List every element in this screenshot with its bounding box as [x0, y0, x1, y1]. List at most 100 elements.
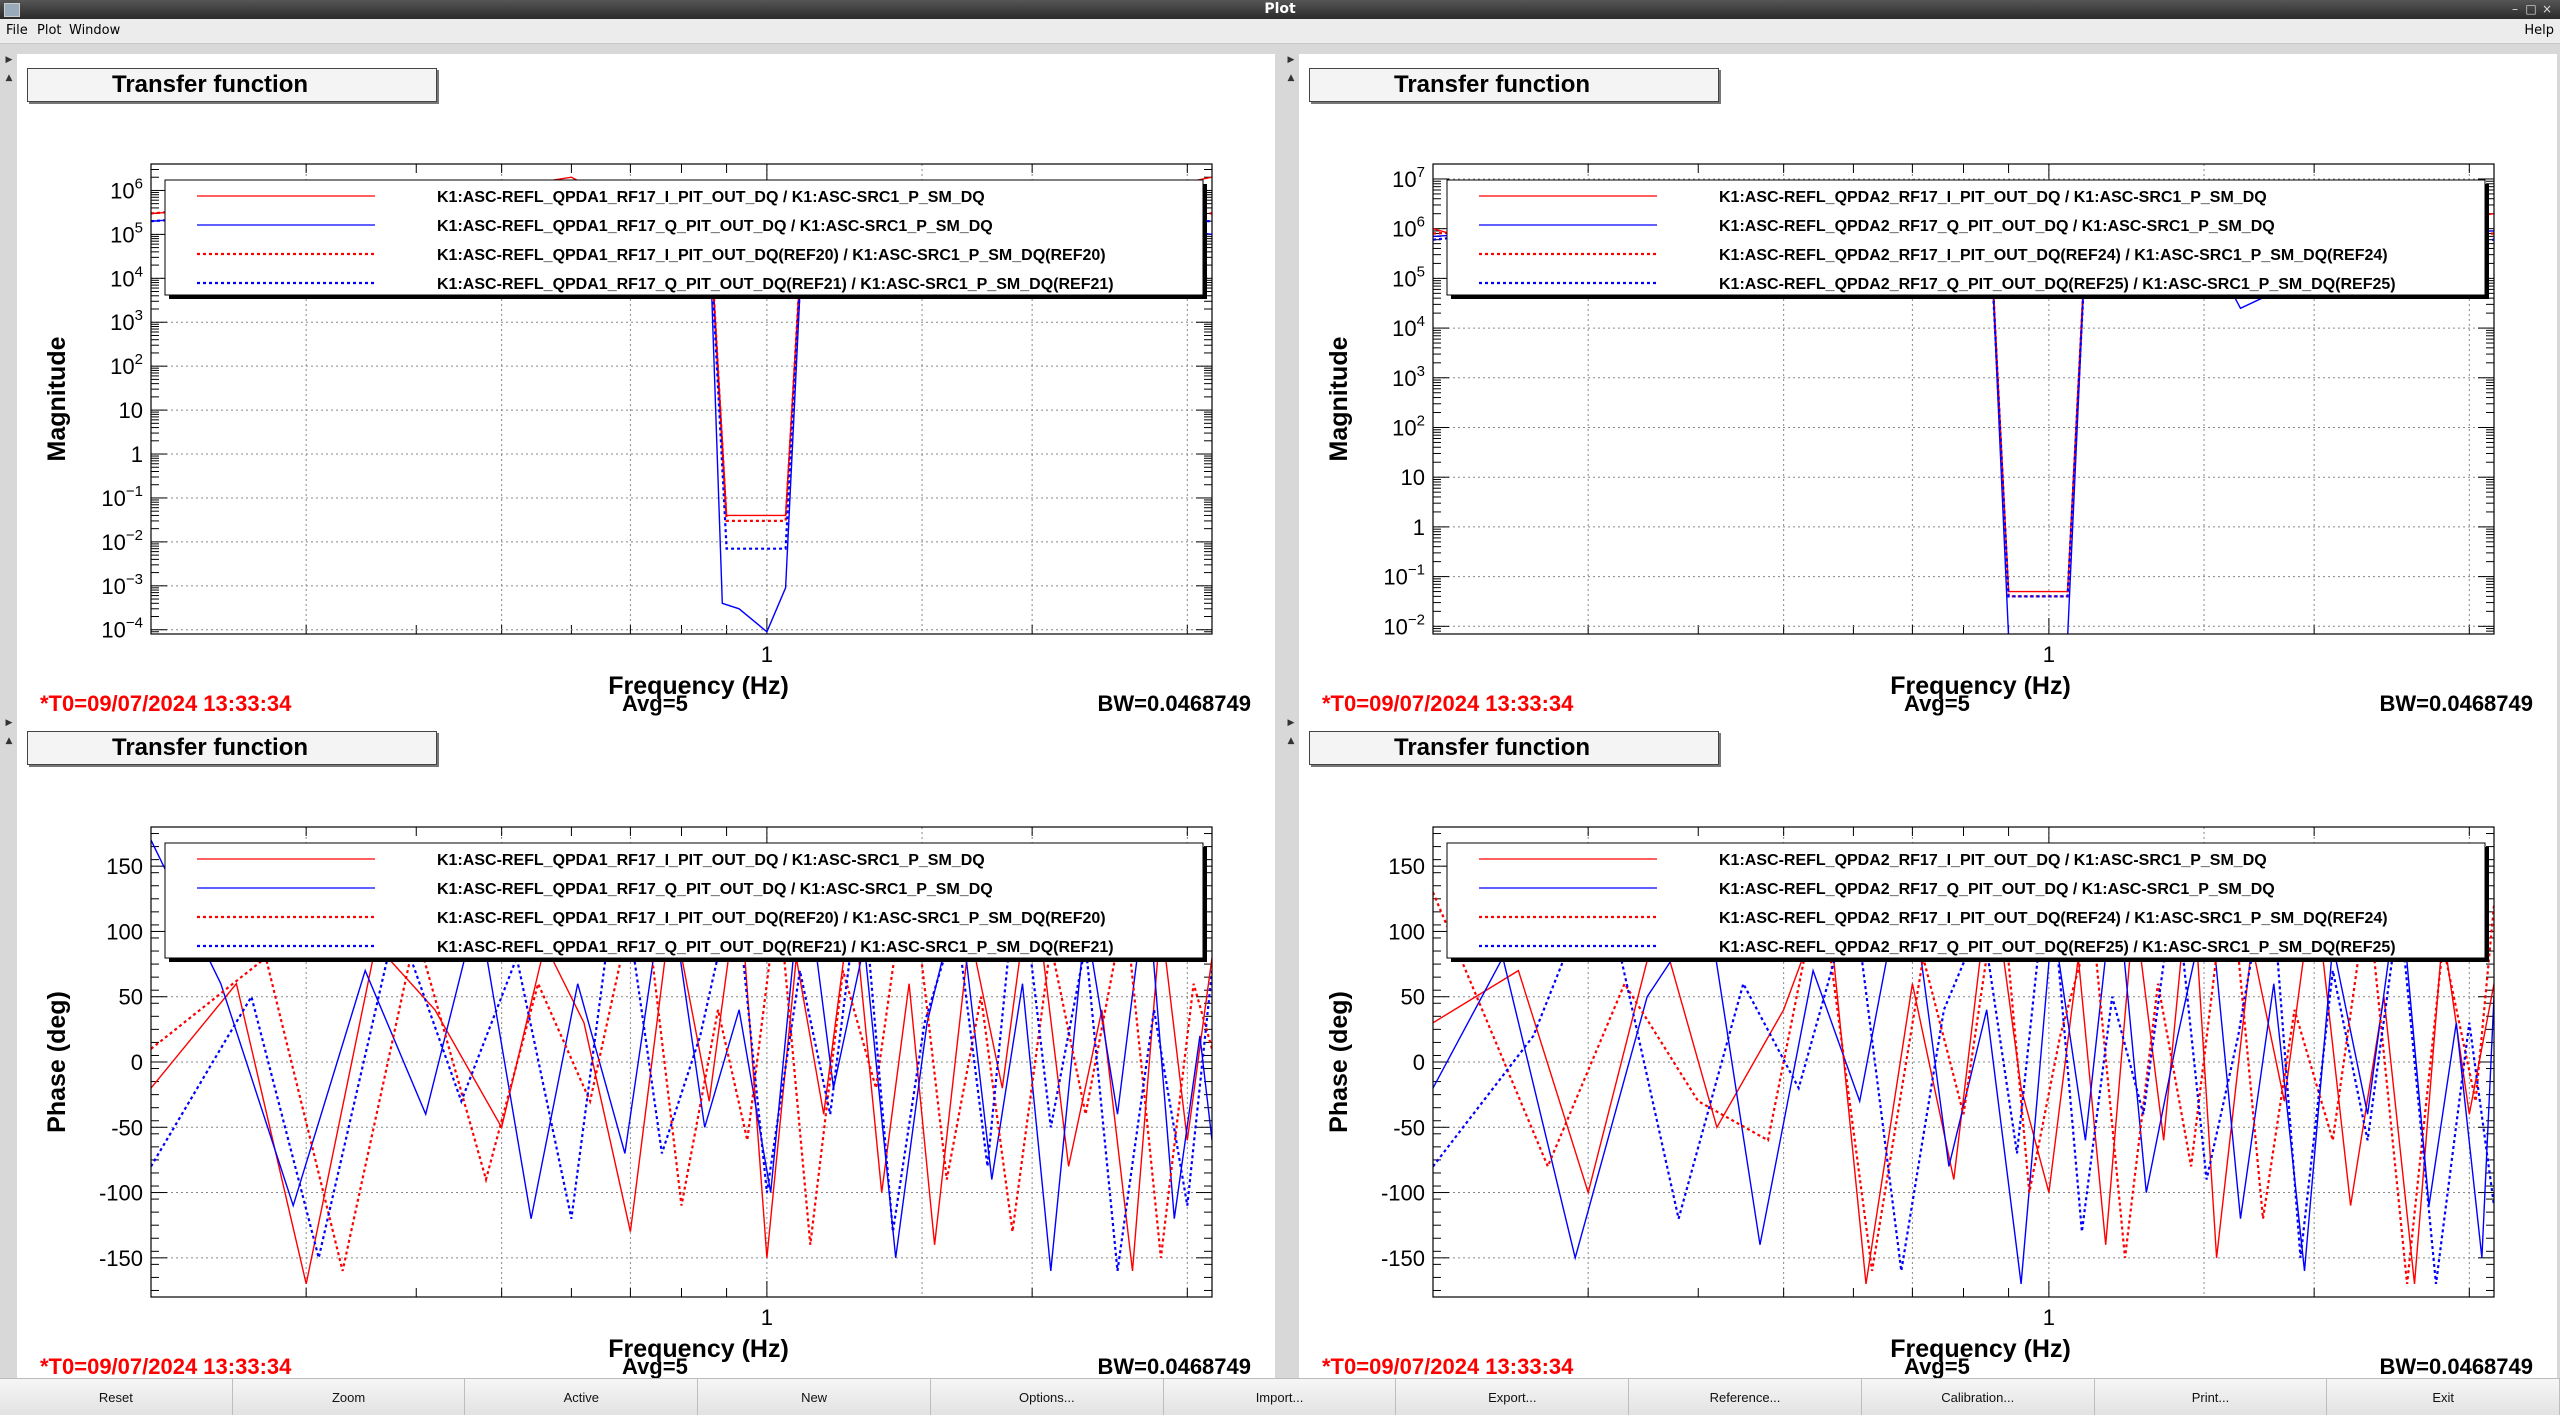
y-tick-exponent: 7 — [1417, 164, 1425, 181]
y-tick-label: -100 — [99, 1181, 143, 1206]
exit-button[interactable]: Exit — [2327, 1379, 2560, 1415]
bw-label: BW=0.0468749 — [2379, 1354, 2534, 1379]
pad-phase-qpda1[interactable]: Transfer function -150 -100 -50 0 50 100 150 1 F… — [17, 717, 1275, 1380]
magnitude-chart-qpda2[interactable]: 10−210−11101021031041051061071Frequency … — [1299, 54, 2557, 717]
y-tick-label: 50 — [1401, 985, 1425, 1010]
y-axis-label: Phase (deg) — [1325, 991, 1353, 1133]
pad-2-arrow-icon[interactable]: ▶ — [1285, 54, 1297, 66]
legend-entry-text: K1:ASC-REFL_QPDA1_RF17_Q_PIT_OUT_DQ / K1… — [437, 881, 993, 898]
maximize-icon[interactable]: □ — [2524, 2, 2538, 16]
menu-plot[interactable]: Plot — [37, 19, 62, 43]
pad-2-arrow-up-icon[interactable]: ▲ — [1285, 72, 1297, 84]
y-tick-label: 150 — [1388, 854, 1425, 879]
y-tick-label: 50 — [119, 985, 143, 1010]
bw-label: BW=0.0468749 — [1097, 691, 1252, 716]
y-tick-label: 0 — [131, 1050, 143, 1075]
y-tick-label: 10−2 — [1383, 611, 1425, 639]
y-tick-label: 102 — [1392, 412, 1425, 440]
legend-entry-text: K1:ASC-REFL_QPDA2_RF17_Q_PIT_OUT_DQ / K1… — [1719, 881, 2275, 898]
legend-entry-text: K1:ASC-REFL_QPDA2_RF17_I_PIT_OUT_DQ / K1… — [1719, 852, 2267, 869]
avg-label: Avg=5 — [1904, 1354, 1970, 1379]
phase-chart-qpda2[interactable]: -150-100-500501001501Frequency (Hz)Phase… — [1299, 717, 2557, 1380]
t0-label: *T0=09/07/2024 13:33:34 — [40, 1354, 292, 1379]
pad-3-arrow-up-icon[interactable]: ▲ — [3, 735, 15, 747]
avg-label: Avg=5 — [622, 1354, 688, 1379]
avg-label: Avg=5 — [1904, 691, 1970, 716]
menu-window[interactable]: Window — [69, 19, 120, 43]
y-tick-label: 100 — [106, 919, 143, 944]
zoom-button[interactable]: Zoom — [232, 1379, 466, 1415]
menu-help[interactable]: Help — [2524, 19, 2554, 43]
y-tick-label: 1 — [1413, 515, 1425, 540]
y-tick-label: 10−1 — [1383, 562, 1425, 590]
pad-3-arrow-icon[interactable]: ▶ — [3, 717, 15, 729]
bw-label: BW=0.0468749 — [1097, 1354, 1252, 1379]
export-button[interactable]: Export... — [1396, 1379, 1630, 1415]
y-tick-exponent: 2 — [135, 351, 143, 368]
pad-magnitude-qpda2[interactable]: Transfer function 10−2 10−1 1 10 102 103 104 10… — [1299, 54, 2557, 717]
y-tick-exponent: −2 — [126, 527, 143, 544]
pad-phase-qpda2[interactable]: Transfer function -150 -100 -50 0 50 100 150 1 F… — [1299, 717, 2557, 1380]
x-tick-label: 1 — [2043, 642, 2055, 667]
legend-entry-text: K1:ASC-REFL_QPDA1_RF17_Q_PIT_OUT_DQ(REF2… — [437, 276, 1114, 293]
pad-4-arrow-icon[interactable]: ▶ — [1285, 717, 1297, 729]
active-button[interactable]: Active — [465, 1379, 699, 1415]
y-tick-label: 106 — [110, 175, 143, 203]
y-tick-exponent: 3 — [1417, 363, 1425, 380]
y-tick-label: 104 — [1392, 313, 1425, 341]
print-button[interactable]: Print... — [2094, 1379, 2328, 1415]
calibration-button[interactable]: Calibration... — [1861, 1379, 2095, 1415]
options-button[interactable]: Options... — [930, 1379, 1164, 1415]
t0-label: *T0=09/07/2024 13:33:34 — [1322, 691, 1574, 716]
pad-1-arrow-up-icon[interactable]: ▲ — [3, 72, 15, 84]
y-tick-label: 1 — [131, 442, 143, 467]
legend-entry-text: K1:ASC-REFL_QPDA1_RF17_I_PIT_OUT_DQ / K1… — [437, 852, 985, 869]
y-tick-label: 106 — [1392, 214, 1425, 242]
x-tick-label: 1 — [761, 1305, 773, 1330]
y-tick-label: 10 — [1401, 465, 1425, 490]
pad-4-arrow-up-icon[interactable]: ▲ — [1285, 735, 1297, 747]
window-title: Plot — [1264, 1, 1296, 17]
y-tick-exponent: 6 — [1417, 214, 1425, 231]
y-tick-label: 103 — [1392, 363, 1425, 391]
pad-1-arrow-icon[interactable]: ▶ — [3, 54, 15, 66]
y-tick-label: 104 — [110, 263, 143, 291]
t0-label: *T0=09/07/2024 13:33:34 — [40, 691, 292, 716]
y-tick-exponent: −4 — [126, 615, 143, 632]
legend-entry-text: K1:ASC-REFL_QPDA2_RF17_Q_PIT_OUT_DQ / K1… — [1719, 218, 2275, 235]
y-axis-label: Magnitude — [1325, 336, 1353, 461]
avg-label: Avg=5 — [622, 691, 688, 716]
pad-magnitude-qpda1[interactable]: Transfer function 10−4 10−3 10−2 10−1 1 10 102… — [17, 54, 1275, 717]
menu-file[interactable]: File — [6, 19, 28, 43]
y-tick-label: -50 — [1393, 1115, 1425, 1140]
close-icon[interactable]: × — [2540, 2, 2554, 16]
minimize-icon[interactable]: – — [2508, 2, 2522, 16]
y-tick-exponent: −1 — [126, 483, 143, 500]
t0-label: *T0=09/07/2024 13:33:34 — [1322, 1354, 1574, 1379]
y-tick-label: 103 — [110, 307, 143, 335]
x-tick-label: 1 — [2043, 1305, 2055, 1330]
y-tick-label: 102 — [110, 351, 143, 379]
y-tick-exponent: 5 — [1417, 263, 1425, 280]
legend-entry-text: K1:ASC-REFL_QPDA2_RF17_I_PIT_OUT_DQ / K1… — [1719, 189, 2267, 206]
reset-button[interactable]: Reset — [0, 1379, 233, 1415]
legend-entry-text: K1:ASC-REFL_QPDA2_RF17_Q_PIT_OUT_DQ(REF2… — [1719, 276, 2396, 293]
legend-entry-text: K1:ASC-REFL_QPDA2_RF17_I_PIT_OUT_DQ(REF2… — [1719, 910, 2388, 927]
x-tick-label: 1 — [761, 642, 773, 667]
y-tick-exponent: −2 — [1408, 611, 1425, 628]
y-tick-label: 0 — [1413, 1050, 1425, 1075]
y-tick-exponent: 4 — [135, 263, 143, 280]
bw-label: BW=0.0468749 — [2379, 691, 2534, 716]
reference-button[interactable]: Reference... — [1629, 1379, 1862, 1415]
import-button[interactable]: Import... — [1163, 1379, 1397, 1415]
phase-chart-qpda1[interactable]: -150-100-500501001501Frequency (Hz)Phase… — [17, 717, 1275, 1380]
new-button[interactable]: New — [698, 1379, 931, 1415]
y-tick-exponent: 2 — [1417, 412, 1425, 429]
y-tick-label: -100 — [1381, 1181, 1425, 1206]
y-axis-label: Magnitude — [43, 336, 71, 461]
y-tick-exponent: 3 — [135, 307, 143, 324]
magnitude-chart-qpda1[interactable]: 10−410−310−210−11101021031041051061Frequ… — [17, 54, 1275, 717]
y-tick-label: 10−3 — [101, 571, 143, 599]
legend-entry-text: K1:ASC-REFL_QPDA1_RF17_Q_PIT_OUT_DQ / K1… — [437, 218, 993, 235]
y-tick-label: 105 — [1392, 263, 1425, 291]
